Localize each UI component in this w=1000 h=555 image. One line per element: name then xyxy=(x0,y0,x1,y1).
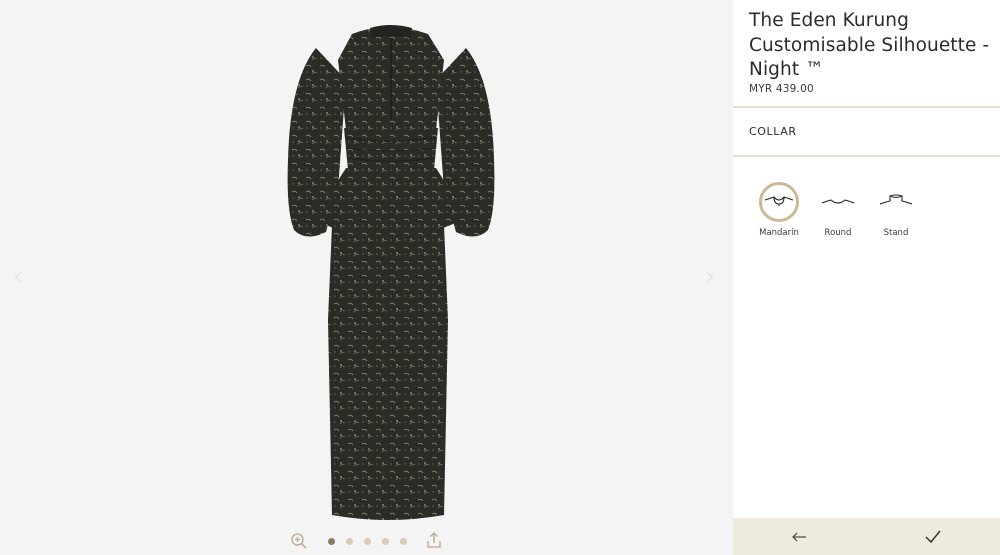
chevron-right-icon: › xyxy=(704,262,716,292)
round-collar-icon xyxy=(822,199,854,204)
product-title: The Eden Kurung Customisable Silhouette … xyxy=(749,10,990,80)
share-icon xyxy=(427,532,441,548)
option-label: Stand xyxy=(883,228,909,238)
collar-option-stand[interactable]: Stand xyxy=(866,172,926,242)
collar-options: Mandarin Round Stand xyxy=(733,172,1000,252)
customization-panel: The Eden Kurung Customisable Silhouette … xyxy=(733,0,1000,555)
image-pagination xyxy=(328,538,407,546)
collar-option-round[interactable]: Round xyxy=(808,172,868,242)
mandarin-collar-icon xyxy=(764,196,794,206)
pagination-dot[interactable] xyxy=(346,538,353,545)
option-label: Round xyxy=(824,228,852,238)
panel-footer xyxy=(733,518,1000,555)
viewer-controls xyxy=(0,528,733,555)
previous-image-button[interactable]: ‹ xyxy=(6,262,30,292)
product-image-viewer: ‹ › xyxy=(0,0,733,555)
chevron-left-icon: ‹ xyxy=(12,262,24,292)
product-customizer-page: ‹ › The Eden Kurung Customisable Silhoue… xyxy=(0,0,1000,555)
product-price: MYR 439.00 xyxy=(749,83,814,95)
option-label: Mandarin xyxy=(759,228,799,238)
confirm-button[interactable] xyxy=(923,527,943,547)
collar-option-mandarin[interactable]: Mandarin xyxy=(749,172,809,242)
arrow-left-icon xyxy=(792,532,806,542)
stand-collar-icon xyxy=(880,194,912,205)
pagination-dot[interactable] xyxy=(364,538,371,545)
pagination-dot[interactable] xyxy=(400,538,407,545)
checkmark-icon xyxy=(925,530,941,544)
pagination-dot[interactable] xyxy=(328,538,335,545)
zoom-button[interactable] xyxy=(290,532,308,550)
back-button[interactable] xyxy=(789,528,809,546)
zoom-in-icon xyxy=(291,533,307,549)
pagination-dot[interactable] xyxy=(382,538,389,545)
section-label: COLLAR xyxy=(749,125,797,138)
product-image xyxy=(276,20,506,525)
next-image-button[interactable]: › xyxy=(698,262,722,292)
collar-section-header[interactable]: COLLAR xyxy=(733,108,1000,157)
share-button[interactable] xyxy=(425,531,443,549)
product-header: The Eden Kurung Customisable Silhouette … xyxy=(733,0,1000,108)
